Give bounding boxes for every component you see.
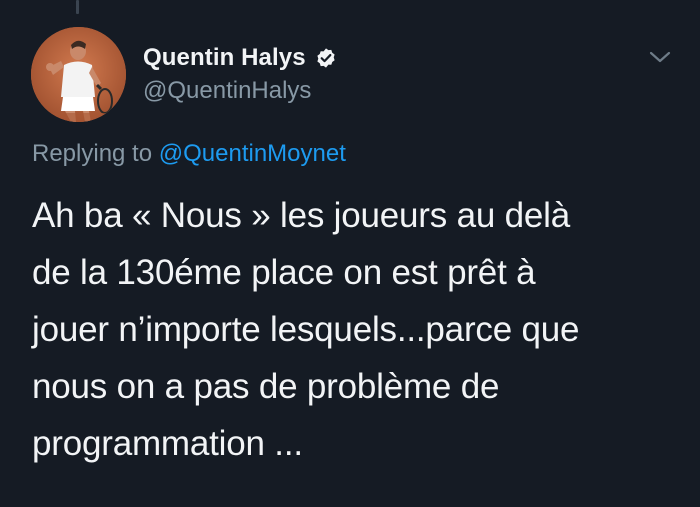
verified-badge-icon	[317, 48, 335, 68]
chevron-down-icon[interactable]	[648, 48, 672, 66]
author-name-row[interactable]: Quentin Halys	[143, 42, 337, 74]
reply-mention-link[interactable]: @QuentinMoynet	[159, 140, 346, 167]
replying-to-label: Replying to	[32, 140, 153, 167]
thread-connector-line	[76, 0, 79, 14]
tweet-text-line: Ah ba « Nous » les joueurs au delà	[32, 196, 571, 235]
tweet-text-line: jouer n’importe lesquels...parce que	[32, 310, 580, 349]
tweet-text-line: nous on a pas de problème de	[32, 367, 500, 406]
tweet-text-line: programmation ...	[32, 424, 303, 463]
author-handle[interactable]: @QuentinHalys	[143, 77, 311, 105]
tweet-card: Quentin Halys @QuentinHalys Replying to …	[0, 0, 700, 507]
avatar[interactable]	[31, 27, 126, 122]
tweet-text-line: de la 130éme place on est prêt à	[32, 253, 536, 292]
tweet-text: Ah ba « Nous » les joueurs au delà de la…	[32, 187, 682, 472]
author-display-name[interactable]: Quentin Halys	[143, 44, 306, 72]
replying-to-line: Replying to @QuentinMoynet	[32, 140, 346, 168]
avatar-photo	[31, 27, 126, 122]
